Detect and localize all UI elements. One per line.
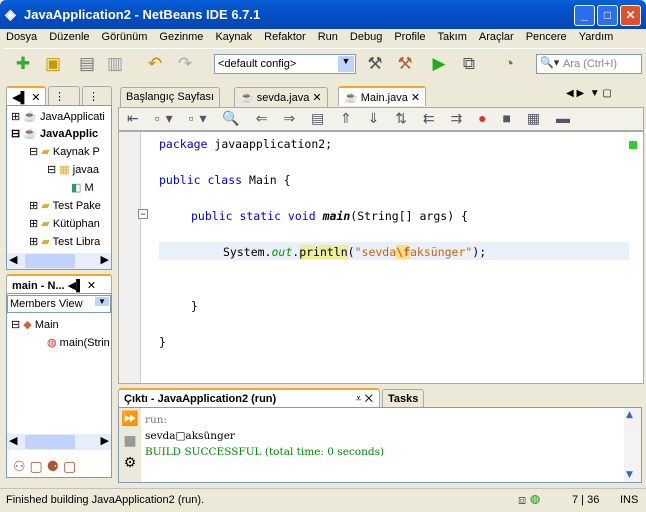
stop-icon[interactable]: ■ — [123, 433, 136, 449]
chevron-down-icon[interactable]: ▼ — [338, 56, 354, 72]
tab-tasks[interactable]: Tasks — [382, 389, 425, 409]
menu-item[interactable]: Pencere — [520, 29, 573, 47]
tab-start-page[interactable]: Başlangıç Sayfası — [120, 87, 221, 107]
tab-output[interactable]: Çıktı - JavaApplication2 (run) ⩡ ✕ — [118, 388, 380, 408]
save-all-icon[interactable]: ▥ — [104, 53, 126, 75]
settings-icon[interactable]: ⚙ — [124, 455, 137, 471]
menu-item[interactable]: Profile — [388, 29, 431, 47]
horizontal-scrollbar[interactable]: ◀ ▶ — [7, 434, 111, 450]
nav-item-main[interactable]: ⊟ ◆ Main — [11, 318, 59, 331]
tab-files[interactable]: ⋮ — [48, 86, 80, 106]
minimized-window-icon[interactable]: ⚇ ▢ ⚈ ▢ — [13, 458, 76, 475]
menu-item[interactable]: Debug — [344, 29, 388, 47]
output-side-toolbar: ⏩ ■ ⚙ — [119, 408, 141, 482]
main-toolbar: ✚ ▣ ▤ ▥ ↶ ↷ <default config> ▼ ⚒ ⚒ ▶ ⧉ ◔ … — [4, 48, 644, 80]
tree-item[interactable]: ◧ M — [71, 181, 94, 194]
output-line: sevda□aksünger — [145, 430, 235, 442]
members-view-select[interactable]: Members View ▼ — [7, 295, 111, 313]
window-title: JavaApplication2 - NetBeans IDE 6.7.1 — [24, 7, 261, 22]
menu-item[interactable]: Kaynak — [209, 29, 258, 47]
title-bar: ◈ JavaApplication2 - NetBeans IDE 6.7.1 … — [0, 0, 646, 29]
tab-projects[interactable]: ◀▌ ✕ — [6, 86, 46, 106]
minimize-button[interactable]: _ — [574, 5, 595, 26]
config-select[interactable]: <default config> ▼ — [214, 54, 356, 74]
menu-item[interactable]: Görünüm — [96, 29, 154, 47]
menu-bar: Dosya Düzenle Görünüm Gezinme Kaynak Refaktor… — [0, 29, 646, 47]
build-icon[interactable]: ⚒ — [364, 53, 386, 75]
tree-item[interactable]: ⊞ ▰ Test Libra — [29, 235, 100, 248]
nav-item-method[interactable]: ◍ main(Strin — [47, 336, 110, 349]
menu-item[interactable]: Yardım — [573, 29, 620, 47]
maximize-button[interactable]: □ — [597, 5, 618, 26]
open-project-icon[interactable]: ▤ — [76, 53, 98, 75]
projects-tree: ⊞ ☕ JavaApplicati ⊟ ☕ JavaApplic ⊟ ▰ Kay… — [6, 105, 112, 270]
navigator-tabs: main - N... ◀▌ ✕ — [4, 274, 114, 294]
search-placeholder: Ara (Ctrl+I) — [563, 58, 618, 70]
editor-tabs: Başlangıç Sayfası ☕ sevda.java ✕ ☕ Main.… — [118, 86, 644, 107]
clean-build-icon[interactable]: ⚒ — [394, 53, 416, 75]
new-project-icon[interactable]: ▣ — [42, 53, 64, 75]
rerun-icon[interactable]: ⏩ — [121, 411, 138, 427]
tree-item[interactable]: ⊞ ▰ Kütüphan — [29, 217, 100, 230]
debug-icon[interactable]: ⧉ — [458, 53, 480, 75]
status-message: Finished building JavaApplication2 (run)… — [6, 494, 205, 506]
menu-item[interactable]: Refaktor — [258, 29, 312, 47]
output-panel: ⏩ ■ ⚙ run: sevda□aksünger BUILD SUCCESSFUL… — [118, 407, 642, 483]
navigator-panel: Members View ▼ ⊟ ◆ Main ◍ main(Strin ◀ ▶ ⚇… — [6, 293, 112, 478]
tree-item[interactable]: ⊟ ▰ Kaynak P — [29, 145, 100, 158]
projects-tabs: ◀▌ ✕ ⋮ ⋮ — [4, 86, 114, 106]
tab-navigator[interactable]: main - N... ◀▌ ✕ — [6, 274, 112, 294]
gutter — [119, 132, 141, 383]
code-editor[interactable]: − package javaapplication2; public class… — [118, 131, 644, 384]
menu-item[interactable]: Dosya — [0, 29, 43, 47]
tab-main-java[interactable]: ☕ Main.java ✕ — [338, 86, 427, 106]
notification-icon[interactable]: ⧈ ◍ — [518, 492, 540, 508]
search-input[interactable]: 🔍▾ Ara (Ctrl+I) — [536, 54, 642, 74]
horizontal-scrollbar[interactable]: ◀ ▶ — [7, 253, 111, 269]
error-stripe-ok — [629, 141, 637, 149]
undo-icon[interactable]: ↶ — [144, 53, 166, 75]
tab-nav-buttons[interactable]: ◀ ▶ ▼ ▢ — [566, 88, 612, 99]
insert-mode: INS — [620, 494, 639, 506]
menu-item[interactable]: Run — [312, 29, 344, 47]
fold-icon[interactable]: − — [138, 209, 148, 219]
tree-item[interactable]: ⊟ ▦ javaa — [47, 163, 99, 176]
config-value: <default config> — [218, 58, 297, 70]
menu-item[interactable]: Takım — [432, 29, 473, 47]
output-tabs: Çıktı - JavaApplication2 (run) ⩡ ✕ Tasks — [118, 388, 644, 409]
search-icon: 🔍▾ — [540, 57, 560, 69]
tree-item[interactable]: ⊟ ☕ JavaApplic — [11, 127, 98, 140]
caret-position: 7 | 36 — [572, 494, 600, 506]
netbeans-logo-icon: ◈ — [5, 6, 16, 22]
profile-icon[interactable]: ◔ — [498, 53, 520, 75]
run-icon[interactable]: ▶ — [428, 53, 450, 75]
editor-toolbar[interactable]: ⇤ ▫▾ ▫▾ 🔍 ⇐ ⇒ ▤ ⇑ ⇓ ⇅ ⇇ ⇉ ● ■ ▦ ▬ — [118, 107, 644, 131]
tab-services[interactable]: ⋮ — [82, 86, 112, 106]
output-line: BUILD SUCCESSFUL (total time: 0 seconds) — [145, 446, 385, 458]
close-button[interactable]: ✕ — [620, 5, 641, 26]
new-file-icon[interactable]: ✚ — [12, 53, 34, 75]
menu-item[interactable]: Gezinme — [153, 29, 209, 47]
status-bar: Finished building JavaApplication2 (run)… — [0, 488, 646, 512]
menu-item[interactable]: Düzenle — [43, 29, 95, 47]
tree-item[interactable]: ⊞ ☕ JavaApplicati — [11, 110, 105, 123]
output-line: run: — [145, 414, 168, 426]
menu-item[interactable]: Araçlar — [473, 29, 520, 47]
tab-sevda-java[interactable]: ☕ sevda.java ✕ — [234, 87, 328, 107]
redo-icon[interactable]: ↷ — [174, 53, 196, 75]
vertical-scrollbar[interactable]: ▲ ▼ — [624, 408, 641, 482]
tree-item[interactable]: ⊞ ▰ Test Pake — [29, 199, 101, 212]
